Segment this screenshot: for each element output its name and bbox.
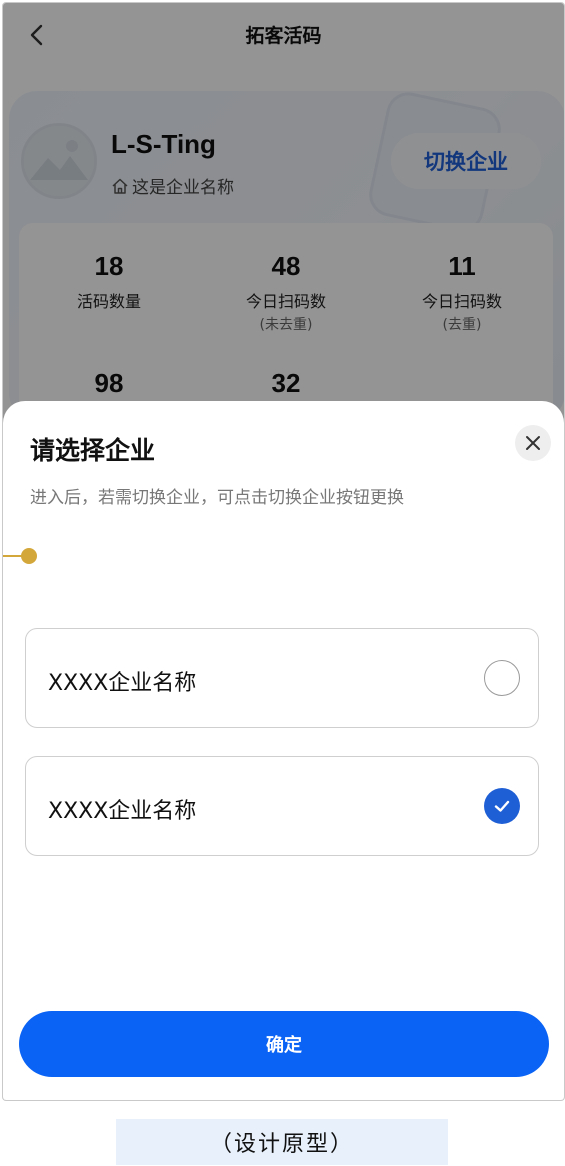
company-option-label: XXXX企业名称 bbox=[48, 799, 197, 824]
sheet-hint: 进入后，若需切换企业，可点击切换企业按钮更换 bbox=[30, 488, 404, 508]
radio-unchecked-icon[interactable] bbox=[484, 660, 520, 696]
select-company-sheet: 请选择企业 进入后，若需切换企业，可点击切换企业按钮更换 XXXX企业名称 XX… bbox=[3, 401, 564, 1100]
sheet-title: 请选择企业 bbox=[30, 436, 156, 465]
close-icon bbox=[526, 436, 540, 450]
phone-frame: 拓客活码 L-S-Ting 这是企业名称 切换企业 18 活码数量 48 今日扫… bbox=[2, 2, 565, 1101]
radio-checked-icon[interactable] bbox=[484, 788, 520, 824]
caption: （设计原型） bbox=[116, 1119, 448, 1165]
annotation-pin-icon bbox=[3, 548, 37, 564]
check-icon bbox=[494, 800, 510, 812]
confirm-button[interactable]: 确定 bbox=[19, 1011, 549, 1077]
company-option-label: XXXX企业名称 bbox=[48, 671, 197, 696]
company-option[interactable]: XXXX企业名称 bbox=[25, 628, 539, 728]
close-button[interactable] bbox=[515, 425, 551, 461]
company-option[interactable]: XXXX企业名称 bbox=[25, 756, 539, 856]
